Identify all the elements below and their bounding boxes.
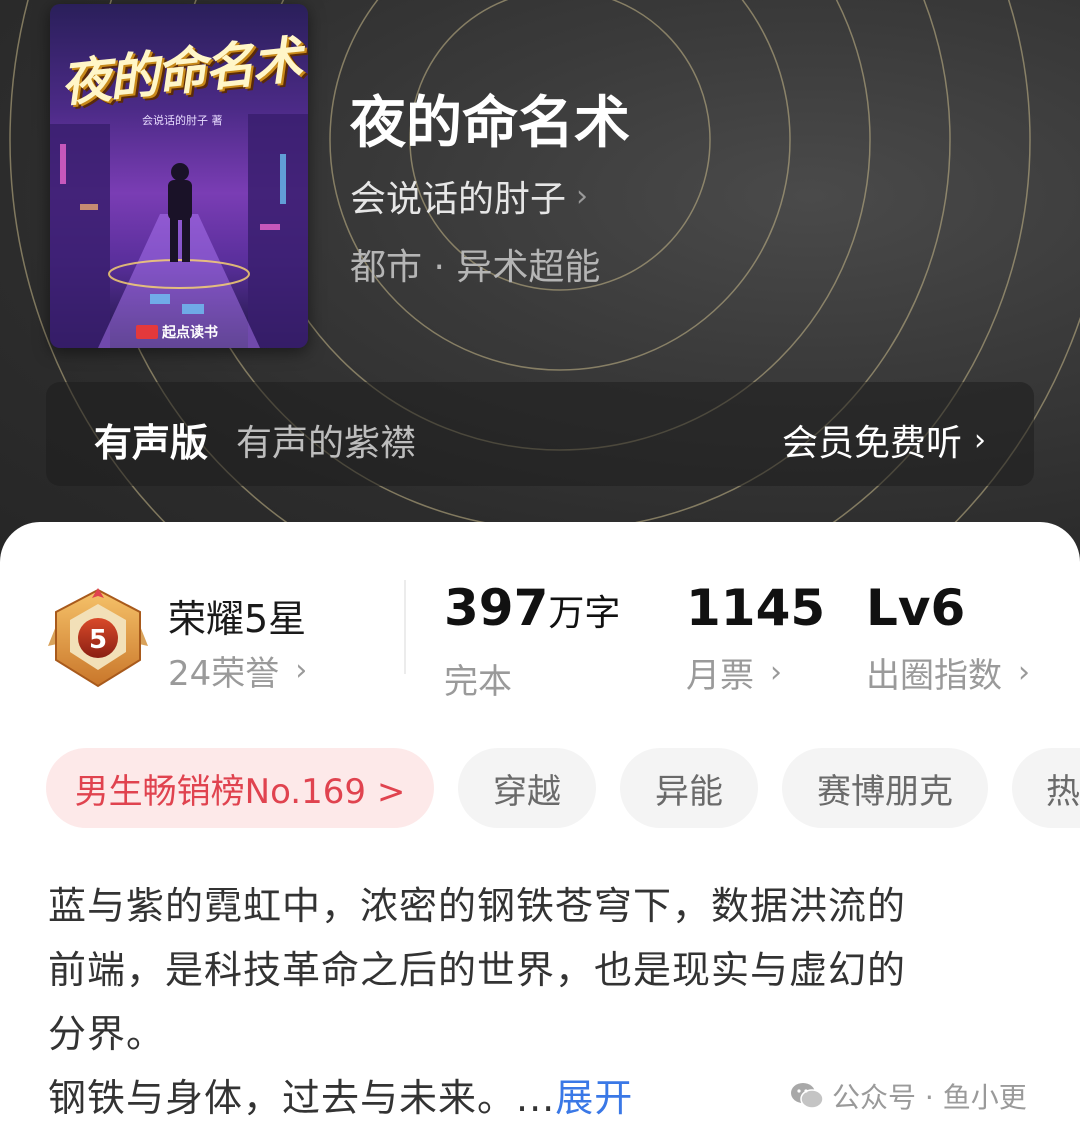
synopsis-line: 蓝与紫的霓虹中，浓密的钢铁苍穹下，数据洪流的 — [48, 884, 907, 928]
stat-word-count: 397万字 完本 — [444, 578, 620, 703]
medal-number: 5 — [89, 625, 107, 655]
audio-edition-bar[interactable]: 有声版 有声的紫襟 会员免费听 › — [46, 382, 1034, 486]
influence-index-label: 出圈指数 — [866, 656, 1002, 696]
stat-monthly-tickets[interactable]: 1145 月票 › — [686, 578, 825, 697]
author-link[interactable]: 会说话的肘子 › — [350, 170, 588, 222]
synopsis-line: 钢铁与身体，过去与未来。... — [48, 1076, 556, 1120]
audio-narrator: 有声的紫襟 — [236, 423, 417, 464]
tag-chip[interactable]: 穿越 — [458, 748, 596, 828]
influence-index-value: Lv6 — [866, 579, 966, 637]
book-title: 夜的命名术 — [350, 90, 630, 156]
stat-influence-index[interactable]: Lv6 出圈指数 › — [866, 578, 1030, 697]
word-count-value: 397 — [444, 579, 549, 637]
expand-link[interactable]: 展开 — [555, 1076, 633, 1120]
author-name: 会说话的肘子 — [350, 179, 567, 220]
tag-chip[interactable]: 赛博朋克 — [782, 748, 988, 828]
monthly-tickets-value: 1145 — [686, 579, 826, 637]
member-listen-label: 会员免费听 — [781, 423, 962, 464]
chevron-right-icon: › — [974, 422, 986, 458]
honor-title: 荣耀5星 — [168, 597, 307, 641]
honor-count: 24荣誉 — [168, 654, 280, 694]
word-count-unit: 万字 — [548, 593, 621, 634]
cover-author-line: 会说话的肘子 著 — [142, 114, 223, 127]
member-listen-button[interactable]: 会员免费听 › — [782, 414, 986, 466]
tag-chip[interactable]: 异能 — [620, 748, 758, 828]
wechat-icon — [791, 1083, 824, 1109]
rank-tag[interactable]: 男生畅销榜No.169 > — [46, 748, 434, 828]
synopsis-line: 分界。 — [48, 1012, 166, 1056]
watermark: 公众号 · 鱼小更 — [790, 1076, 1027, 1116]
stats-divider — [404, 580, 406, 674]
honor-link[interactable]: 24荣誉 › — [168, 646, 307, 695]
audio-label: 有声版 — [94, 421, 209, 465]
chevron-right-icon: › — [1018, 655, 1030, 690]
book-cover[interactable]: 夜的命名术 会说话的肘子 著 起点读书 — [50, 4, 308, 348]
watermark-text: 公众号 · 鱼小更 — [832, 1081, 1027, 1114]
medal-icon[interactable]: 5 — [48, 586, 148, 690]
synopsis-line: 前端，是科技革命之后的世界，也是现实与虚幻的 — [48, 948, 907, 992]
tag-chip[interactable]: 热 — [1012, 748, 1080, 828]
chevron-right-icon: › — [770, 655, 782, 690]
book-genre: 都市 · 异术超能 — [350, 247, 601, 288]
chevron-right-icon: › — [295, 653, 308, 688]
publisher-name: 起点读书 — [162, 325, 218, 341]
cover-publisher: 起点读书 — [136, 322, 218, 342]
monthly-tickets-label: 月票 — [686, 656, 754, 696]
tag-list: 男生畅销榜No.169 > 穿越 异能 赛博朋克 热 — [46, 748, 1080, 828]
book-info-panel: 5 荣耀5星 24荣誉 › 397万字 完本 1145 月票 › Lv6 出圈指… — [0, 522, 1080, 1138]
word-count-label: 完本 — [444, 662, 512, 702]
publisher-logo-icon — [136, 325, 158, 339]
book-header: 夜的命名术 会说话的肘子 著 起点读书 夜的命名术 会说话的肘子 › 都市 · … — [0, 0, 1080, 560]
chevron-right-icon: › — [576, 178, 589, 214]
